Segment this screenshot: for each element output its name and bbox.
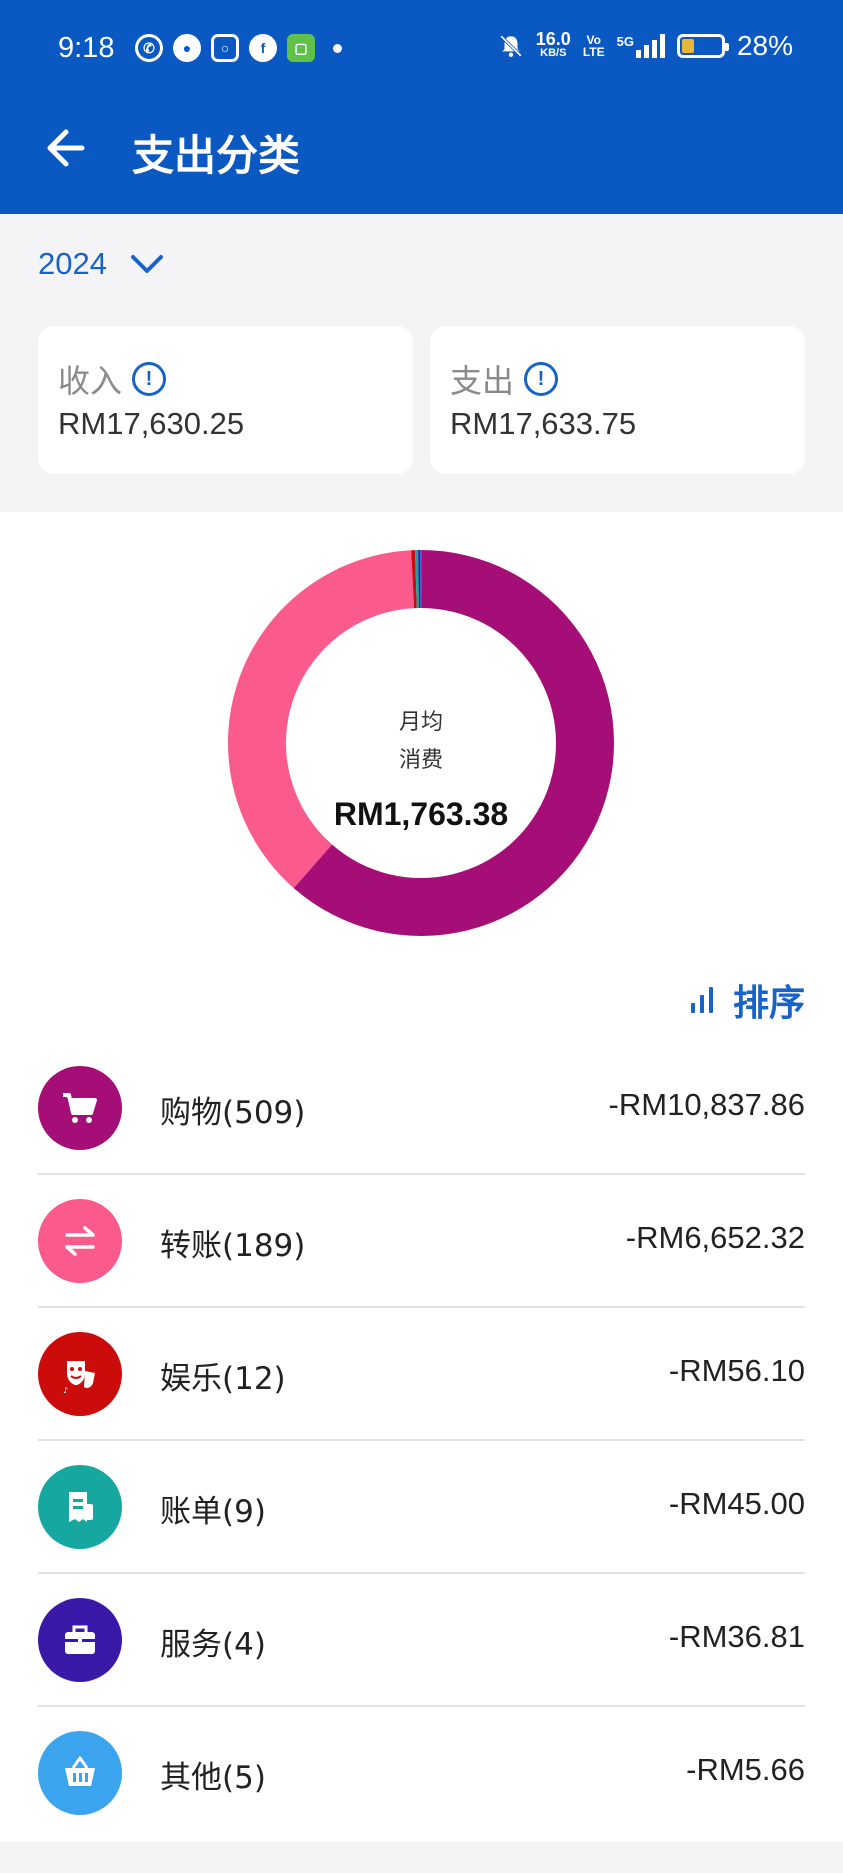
whatsapp-icon: ✆ xyxy=(135,34,163,62)
instagram-icon: ○ xyxy=(211,34,239,62)
income-card: 收入 ! RM17,630.25 xyxy=(38,326,413,474)
category-row-other[interactable]: 其他(5) -RM5.66 xyxy=(38,1707,805,1840)
expense-label: 支出 xyxy=(450,362,515,400)
status-time: 9:18 xyxy=(58,32,115,64)
expense-label-row: 支出 ! xyxy=(450,356,559,402)
android-app-icon: ▢ xyxy=(287,34,315,62)
more-notifications-dot-icon xyxy=(333,44,342,53)
category-amount: -RM6,652.32 xyxy=(625,1220,805,1255)
expense-value: RM17,633.75 xyxy=(450,406,637,441)
info-icon[interactable]: ! xyxy=(524,362,559,396)
signal-bars-icon xyxy=(635,34,665,58)
net-speed-unit: KB/S xyxy=(540,47,567,59)
page-title: 支出分类 xyxy=(132,131,301,180)
info-icon[interactable]: ! xyxy=(132,362,167,396)
expense-card: 支出 ! RM17,633.75 xyxy=(430,326,805,474)
volte-indicator: Vo LTE xyxy=(583,34,605,58)
category-name: 其他(5) xyxy=(160,1760,266,1796)
net-speed-value: 16.0 xyxy=(535,29,571,49)
category-list: 购物(509) -RM10,837.86 转账(189) -RM6,652.32… xyxy=(38,1042,805,1840)
donut-center-label-2: 消费 xyxy=(398,748,443,773)
donut-slice-5 xyxy=(420,550,422,609)
category-row-shopping[interactable]: 购物(509) -RM10,837.86 xyxy=(38,1042,805,1175)
category-name: 娱乐(12) xyxy=(160,1361,286,1397)
transfer-arrows-icon xyxy=(38,1199,122,1283)
category-amount: -RM10,837.86 xyxy=(608,1087,805,1122)
briefcase-icon xyxy=(38,1598,122,1682)
status-bar: 9:18 ✆ ● ○ f ▢ 16.0 KB/S Vo LTE 5G 28% xyxy=(0,26,843,72)
income-value: RM17,630.25 xyxy=(58,406,245,441)
income-label-row: 收入 ! xyxy=(58,356,167,402)
network-type: 5G xyxy=(616,34,634,49)
category-row-bills[interactable]: 账单(9) -RM45.00 xyxy=(38,1441,805,1574)
volte-bottom: LTE xyxy=(582,45,605,59)
category-row-transfer[interactable]: 转账(189) -RM6,652.32 xyxy=(38,1175,805,1308)
year-selector[interactable]: 2024 xyxy=(38,246,165,282)
category-amount: -RM5.66 xyxy=(686,1752,805,1787)
facebook-icon: f xyxy=(249,34,277,62)
donut-center-value: RM1,763.38 xyxy=(333,796,509,832)
category-name: 服务(4) xyxy=(160,1627,266,1663)
basket-icon xyxy=(38,1731,122,1815)
shopping-cart-icon xyxy=(38,1066,122,1150)
notification-icons: ✆ ● ○ f ▢ xyxy=(135,34,342,62)
category-amount: -RM36.81 xyxy=(668,1619,805,1654)
income-label: 收入 xyxy=(58,362,123,400)
wechat-icon: ● xyxy=(173,34,201,62)
bill-receipt-icon xyxy=(38,1465,122,1549)
sort-label: 排序 xyxy=(732,983,805,1024)
sort-button[interactable]: 排序 xyxy=(690,974,805,1026)
svg-text:♪: ♪ xyxy=(63,1386,68,1395)
category-row-entertainment[interactable]: ♪ 娱乐(12) -RM56.10 xyxy=(38,1308,805,1441)
category-amount: -RM56.10 xyxy=(668,1353,805,1388)
year-value: 2024 xyxy=(38,246,107,281)
category-name: 转账(189) xyxy=(160,1228,306,1264)
category-panel: 月均 消费 RM1,763.38 排序 购物(509) -RM10,837.86… xyxy=(0,512,843,1842)
bell-mute-icon xyxy=(499,35,522,57)
chevron-down-icon xyxy=(130,255,163,273)
donut-chart: 月均 消费 RM1,763.38 xyxy=(228,550,614,936)
theater-masks-icon: ♪ xyxy=(38,1332,122,1416)
battery-icon xyxy=(676,34,729,58)
donut-center-label-1: 月均 xyxy=(398,710,443,735)
category-name: 购物(509) xyxy=(160,1095,306,1131)
system-status-icons: 16.0 KB/S Vo LTE 5G 28% xyxy=(498,30,793,62)
cell-signal: 5G xyxy=(617,34,665,58)
net-speed: 16.0 KB/S xyxy=(535,29,571,60)
app-header: 9:18 ✆ ● ○ f ▢ 16.0 KB/S Vo LTE 5G 28% 支… xyxy=(0,0,843,214)
back-arrow-icon[interactable] xyxy=(44,128,86,168)
category-name: 账单(9) xyxy=(160,1494,266,1530)
sort-bars-icon xyxy=(690,987,713,1013)
category-row-services[interactable]: 服务(4) -RM36.81 xyxy=(38,1574,805,1707)
category-amount: -RM45.00 xyxy=(668,1486,805,1521)
battery-percent: 28% xyxy=(736,30,793,61)
